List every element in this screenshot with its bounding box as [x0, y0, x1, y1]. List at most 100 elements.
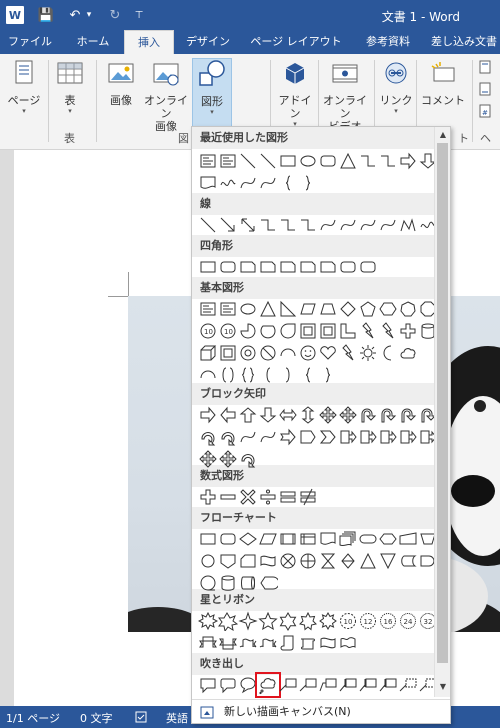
lbrack-shape-icon[interactable] — [258, 365, 278, 385]
tab-mailings[interactable]: 差し込み文書 — [428, 30, 500, 54]
ftape-shape-icon[interactable] — [258, 551, 278, 571]
div-shape-icon[interactable] — [258, 487, 278, 507]
star8-shape-icon[interactable] — [318, 611, 338, 631]
fmulti-shape-icon[interactable] — [338, 529, 358, 549]
cube-shape-icon[interactable] — [198, 343, 218, 363]
circarr-shape-icon[interactable] — [238, 449, 258, 469]
rrect-shape-icon[interactable] — [358, 257, 378, 277]
star7-shape-icon[interactable] — [298, 611, 318, 631]
scroll-up-icon[interactable]: ▲ — [436, 128, 450, 142]
fcoll-shape-icon[interactable] — [318, 551, 338, 571]
curve-shape-icon[interactable] — [238, 427, 258, 447]
ar-shape-icon[interactable] — [398, 151, 418, 171]
fdirect-shape-icon[interactable] — [238, 573, 258, 593]
customize-toolbar-icon[interactable]: ⊤ — [132, 5, 146, 25]
elbow-shape-icon[interactable] — [358, 151, 378, 171]
cloud-shape-icon[interactable] — [398, 343, 418, 363]
circarr-shape-icon[interactable] — [198, 427, 218, 447]
nosym-shape-icon[interactable] — [258, 343, 278, 363]
for-shape-icon[interactable] — [298, 551, 318, 571]
mult-shape-icon[interactable] — [238, 487, 258, 507]
al-shape-icon[interactable] — [218, 405, 238, 425]
arc-shape-icon[interactable] — [198, 365, 218, 385]
star10-shape-icon[interactable]: 10 — [338, 611, 358, 631]
star6-shape-icon[interactable] — [278, 611, 298, 631]
callrrect-shape-icon[interactable] — [218, 675, 238, 695]
au-shape-icon[interactable] — [238, 405, 258, 425]
curve-shape-icon[interactable] — [318, 215, 338, 235]
ribdn-shape-icon[interactable] — [218, 633, 238, 653]
pictures-button[interactable]: 画像 — [102, 58, 140, 107]
oval-shape-icon[interactable] — [238, 299, 258, 319]
brace-shape-icon[interactable] — [238, 365, 258, 385]
frame-shape-icon[interactable] — [318, 321, 338, 341]
decagon-shape-icon[interactable]: 10 — [198, 321, 218, 341]
decagon-shape-icon[interactable]: 10 — [218, 321, 238, 341]
bolt-shape-icon[interactable] — [358, 321, 378, 341]
arrow-shape-icon[interactable] — [218, 215, 238, 235]
snip-shape-icon[interactable] — [298, 257, 318, 277]
fman-shape-icon[interactable] — [398, 529, 418, 549]
addins-button[interactable]: アドイン ▾ — [276, 58, 314, 129]
eq-shape-icon[interactable] — [278, 487, 298, 507]
text-shape-icon[interactable] — [218, 151, 238, 171]
fpre-shape-icon[interactable] — [278, 529, 298, 549]
fdata-shape-icon[interactable] — [258, 529, 278, 549]
line-shape-icon[interactable] — [198, 215, 218, 235]
callline2-shape-icon[interactable] — [298, 675, 318, 695]
lshape-shape-icon[interactable] — [338, 321, 358, 341]
curve-shape-icon[interactable] — [258, 173, 278, 193]
dwave-shape-icon[interactable] — [338, 633, 358, 653]
pentar-shape-icon[interactable] — [298, 427, 318, 447]
bolt-shape-icon[interactable] — [378, 321, 398, 341]
redo-icon[interactable]: ↻ — [106, 5, 124, 25]
callr-shape-icon[interactable] — [378, 427, 398, 447]
elbow-shape-icon[interactable] — [298, 215, 318, 235]
text-shape-icon[interactable] — [198, 299, 218, 319]
rrect-shape-icon[interactable] — [318, 151, 338, 171]
wave-shape-icon[interactable] — [318, 633, 338, 653]
chev-shape-icon[interactable] — [318, 427, 338, 447]
quad-shape-icon[interactable] — [198, 449, 218, 469]
lbrace-shape-icon[interactable] — [278, 173, 298, 193]
scrollv-shape-icon[interactable] — [278, 633, 298, 653]
fdec-shape-icon[interactable] — [238, 529, 258, 549]
snip-shape-icon[interactable] — [238, 257, 258, 277]
fconn-shape-icon[interactable] — [198, 551, 218, 571]
page-number-icon[interactable]: # — [478, 104, 492, 118]
neq-shape-icon[interactable] — [298, 487, 318, 507]
rect-shape-icon[interactable] — [278, 151, 298, 171]
links-button[interactable]: リンク ▾ — [378, 58, 414, 116]
line-shape-icon[interactable] — [238, 151, 258, 171]
exp1-shape-icon[interactable] — [198, 611, 218, 631]
curve-shape-icon[interactable] — [358, 215, 378, 235]
fcard-shape-icon[interactable] — [238, 551, 258, 571]
bracket-shape-icon[interactable] — [218, 365, 238, 385]
chord-shape-icon[interactable] — [258, 321, 278, 341]
curve-shape-icon[interactable] — [378, 215, 398, 235]
tab-file[interactable]: ファイル — [2, 30, 58, 54]
lbrace-shape-icon[interactable] — [298, 365, 318, 385]
fdisp-shape-icon[interactable] — [258, 573, 278, 593]
word-app-icon[interactable]: W — [6, 6, 24, 24]
diamond-shape-icon[interactable] — [338, 299, 358, 319]
teardrop-shape-icon[interactable] — [278, 321, 298, 341]
word-count[interactable]: 0 文字 — [80, 710, 113, 726]
curvup-shape-icon[interactable] — [238, 633, 258, 653]
fmerge-shape-icon[interactable] — [378, 551, 398, 571]
menu-scrollbar[interactable]: ▲ ▼ — [434, 127, 450, 697]
callacc-shape-icon[interactable] — [358, 675, 378, 695]
callacc-shape-icon[interactable] — [378, 675, 398, 695]
rbrace-shape-icon[interactable] — [298, 173, 318, 193]
fstored-shape-icon[interactable] — [398, 551, 418, 571]
uturn-shape-icon[interactable] — [358, 405, 378, 425]
fdoc-shape-icon[interactable] — [198, 173, 218, 193]
circarr-shape-icon[interactable] — [218, 427, 238, 447]
rrect-shape-icon[interactable] — [338, 257, 358, 277]
star24-shape-icon[interactable]: 24 — [398, 611, 418, 631]
pie-shape-icon[interactable] — [238, 321, 258, 341]
proofing-icon[interactable] — [134, 710, 148, 724]
uturn-shape-icon[interactable] — [398, 405, 418, 425]
ribup-shape-icon[interactable] — [198, 633, 218, 653]
star12-shape-icon[interactable]: 12 — [358, 611, 378, 631]
